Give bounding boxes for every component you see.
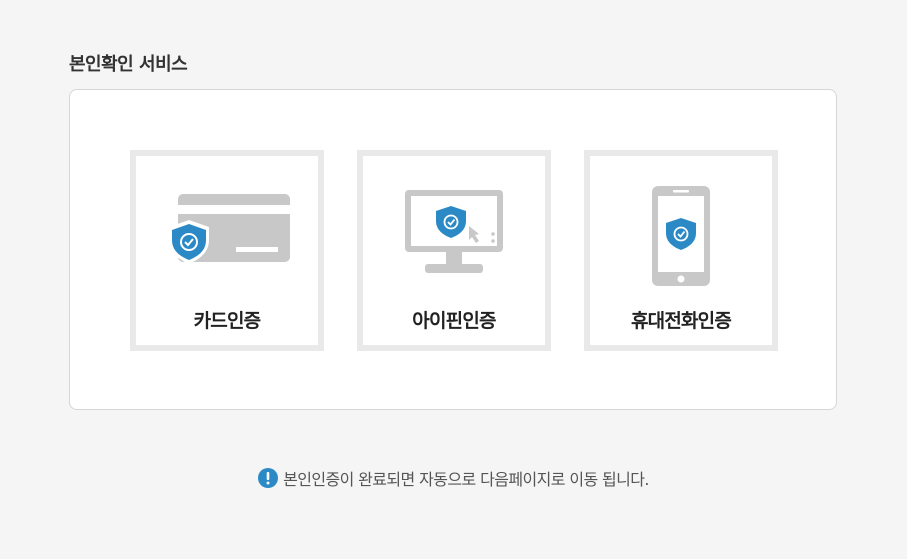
card-verification-label: 카드인증 xyxy=(193,310,262,332)
notice-text: 본인인증이 완료되면 자동으로 다음페이지로 이동 됩니다. xyxy=(283,470,649,489)
phone-verification-button[interactable]: 휴대전화인증 xyxy=(584,150,778,351)
page-title: 본인확인 서비스 xyxy=(69,54,188,75)
card-verification-button[interactable]: 카드인증 xyxy=(130,150,324,351)
credit-card-shield-icon xyxy=(136,184,318,294)
ipin-verification-label: 아이핀인증 xyxy=(412,310,496,332)
phone-verification-label: 휴대전화인증 xyxy=(630,310,732,332)
monitor-shield-icon xyxy=(363,184,545,294)
phone-shield-icon xyxy=(590,184,772,294)
verification-panel: 카드인증 아이핀인증 휴대전화인증 xyxy=(69,89,837,410)
ipin-verification-button[interactable]: 아이핀인증 xyxy=(357,150,551,351)
completion-notice: 본인인증이 완료되면 자동으로 다음페이지로 이동 됩니다. xyxy=(0,466,907,490)
exclamation-icon xyxy=(258,468,279,488)
